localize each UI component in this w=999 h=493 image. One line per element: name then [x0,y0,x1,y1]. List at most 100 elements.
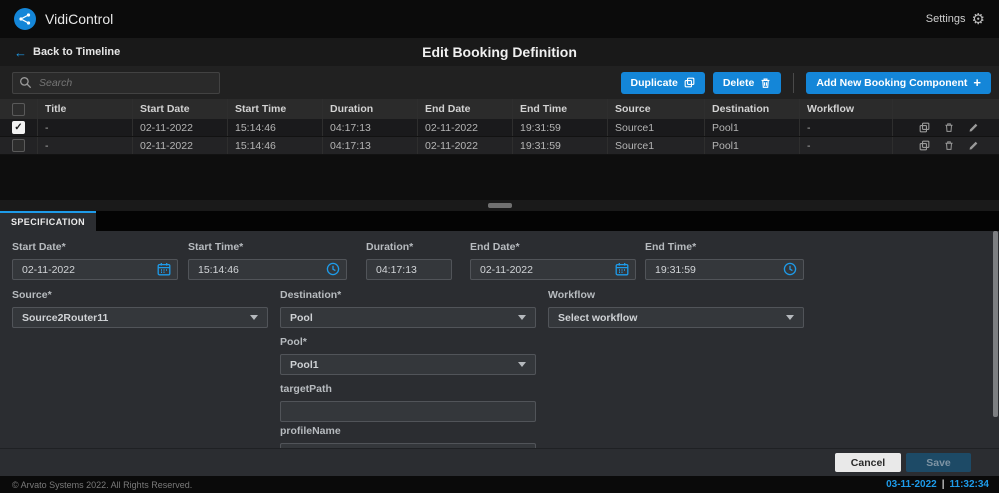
profile-name-label: profileName [280,425,536,437]
cell-workflow: - [800,119,893,136]
delete-label: Delete [723,77,755,89]
cell-end-date: 02-11-2022 [418,137,513,154]
booking-components-table: Title Start Date Start Time Duration End… [0,99,999,155]
cell-source: Source1 [608,137,705,154]
search-input[interactable] [12,72,220,94]
field-start-time: Start Time* [188,241,347,280]
start-date-label: Start Date* [12,241,178,253]
workflow-label: Workflow [548,289,804,301]
search-icon [19,76,32,89]
datetime-display: 03-11-2022 | 11:32:34 [886,479,989,490]
settings-label: Settings [926,13,966,25]
toolbar: Duplicate Delete Add New Booking Compone… [0,66,999,99]
start-time-input[interactable] [188,259,347,280]
cell-duration: 04:17:13 [323,137,418,154]
workflow-value: Select workflow [558,312,637,324]
cell-start-date: 02-11-2022 [133,137,228,154]
col-workflow: Workflow [800,99,893,119]
start-date-input[interactable] [12,259,178,280]
target-path-input[interactable] [280,401,536,422]
row-edit-icon[interactable] [968,122,979,133]
panel-drag-handle[interactable] [488,203,512,208]
col-start-date: Start Date [133,99,228,119]
cell-title: - [38,119,133,136]
toolbar-actions: Duplicate Delete Add New Booking Compone… [621,72,991,94]
sub-header: Edit Booking Definition ← Back to Timeli… [0,38,999,66]
chevron-down-icon [250,315,258,320]
form-actions-bar: Cancel Save [0,448,999,476]
table-row[interactable]: - 02-11-2022 15:14:46 04:17:13 02-11-202… [0,137,999,155]
table-empty-area [0,155,999,200]
table-row[interactable]: ✓ - 02-11-2022 15:14:46 04:17:13 02-11-2… [0,119,999,137]
field-workflow: Workflow Select workflow [548,289,804,328]
cell-end-time: 19:31:59 [513,119,608,136]
status-bar: © Arvato Systems 2022. All Rights Reserv… [0,476,999,493]
end-time-label: End Time* [645,241,804,253]
workflow-select[interactable]: Select workflow [548,307,804,328]
field-source: Source* Source2Router11 [12,289,268,328]
row-edit-icon[interactable] [968,140,979,151]
chevron-down-icon [518,362,526,367]
clock-icon[interactable] [783,262,797,276]
end-date-label: End Date* [470,241,636,253]
trash-icon [760,77,771,89]
current-date: 03-11-2022 [886,479,937,490]
end-date-input[interactable] [470,259,636,280]
calendar-icon[interactable] [615,262,629,276]
row-delete-icon[interactable] [944,122,954,133]
cell-destination: Pool1 [705,119,800,136]
row-copy-icon[interactable] [919,122,930,133]
cell-start-time: 15:14:46 [228,137,323,154]
specification-panel: Start Date* Start Time* [0,231,999,448]
scrollbar-thumb[interactable] [993,231,998,417]
back-arrow-icon: ← [14,46,27,59]
cell-destination: Pool1 [705,137,800,154]
cell-title: - [38,137,133,154]
booking-components-panel: Duplicate Delete Add New Booking Compone… [0,66,999,200]
row-checkbox[interactable] [12,139,25,152]
app-window: VidiControl Settings ⚙ Edit Booking Defi… [0,0,999,493]
settings-menu[interactable]: Settings ⚙ [926,12,985,27]
col-title: Title [38,99,133,119]
duplicate-button[interactable]: Duplicate [621,72,705,94]
field-end-date: End Date* [470,241,636,280]
copyright-text: © Arvato Systems 2022. All Rights Reserv… [12,480,192,490]
current-time: 11:32:34 [950,479,989,490]
row-checkbox[interactable]: ✓ [12,121,25,134]
col-start-time: Start Time [228,99,323,119]
add-booking-component-button[interactable]: Add New Booking Component + [806,72,991,94]
pool-value: Pool1 [290,359,319,371]
delete-button[interactable]: Delete [713,72,782,94]
calendar-icon[interactable] [157,262,171,276]
source-select[interactable]: Source2Router11 [12,307,268,328]
select-all-checkbox[interactable] [12,103,25,116]
cell-source: Source1 [608,119,705,136]
app-title: VidiControl [45,11,113,27]
row-delete-icon[interactable] [944,140,954,151]
chevron-down-icon [518,315,526,320]
end-time-input[interactable] [645,259,804,280]
pool-select[interactable]: Pool1 [280,354,536,375]
back-to-timeline-link[interactable]: ← Back to Timeline [14,46,120,59]
add-label: Add New Booking Component [816,77,967,89]
page-title: Edit Booking Definition [0,44,999,60]
cancel-button[interactable]: Cancel [835,453,901,472]
field-pool: Pool* Pool1 [280,336,536,375]
duration-input[interactable] [366,259,452,280]
clock-icon[interactable] [326,262,340,276]
save-button[interactable]: Save [906,453,971,472]
tab-strip: SPECIFICATION [0,211,999,231]
tab-specification[interactable]: SPECIFICATION [0,211,96,231]
row-copy-icon[interactable] [919,140,930,151]
duplicate-label: Duplicate [631,77,678,89]
field-target-path: targetPath [280,383,536,422]
brand: VidiControl [14,8,113,30]
destination-select[interactable]: Pool [280,307,536,328]
cell-end-time: 19:31:59 [513,137,608,154]
field-duration: Duration* [366,241,452,280]
toolbar-divider [793,73,794,93]
panel-resize-strip [0,200,999,211]
cell-end-date: 02-11-2022 [418,119,513,136]
table-header-row: Title Start Date Start Time Duration End… [0,99,999,119]
source-value: Source2Router11 [22,312,108,324]
